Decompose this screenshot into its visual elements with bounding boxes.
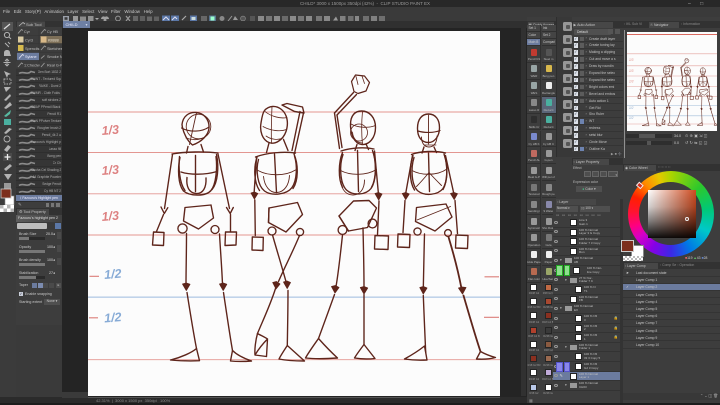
svg-text:Spencils: Spencils (25, 47, 39, 51)
svg-text:1/2: 1/2 (104, 310, 123, 325)
svg-text:Real G-P: Real G-P (47, 64, 62, 68)
svg-text:Cy HB: Cy HB (47, 30, 58, 34)
svg-text:1/3: 1/3 (101, 162, 120, 177)
svg-text:Cyr3: Cyr3 (25, 39, 33, 43)
svg-text:1/3: 1/3 (629, 58, 634, 62)
svg-text:Sketches: Sketches (47, 47, 62, 51)
svg-text:1:Checlw: 1:Checlw (24, 64, 40, 68)
svg-text:1/2: 1/2 (104, 266, 123, 281)
svg-text:1/3: 1/3 (101, 208, 120, 223)
svg-text:Sylane: Sylane (25, 55, 37, 59)
svg-text:1/3: 1/3 (101, 122, 120, 137)
svg-text:KlI888: KlI888 (48, 39, 59, 43)
svg-text:Cyr: Cyr (24, 30, 31, 34)
svg-text:1/2: 1/2 (629, 106, 634, 110)
svg-text:1/3: 1/3 (629, 80, 634, 84)
svg-text:Smoke N: Smoke N (47, 55, 62, 59)
svg-text:1/2: 1/2 (629, 116, 634, 120)
svg-text:1/3: 1/3 (629, 69, 634, 73)
svg-text:Sub Tool: Sub Tool (26, 22, 42, 27)
